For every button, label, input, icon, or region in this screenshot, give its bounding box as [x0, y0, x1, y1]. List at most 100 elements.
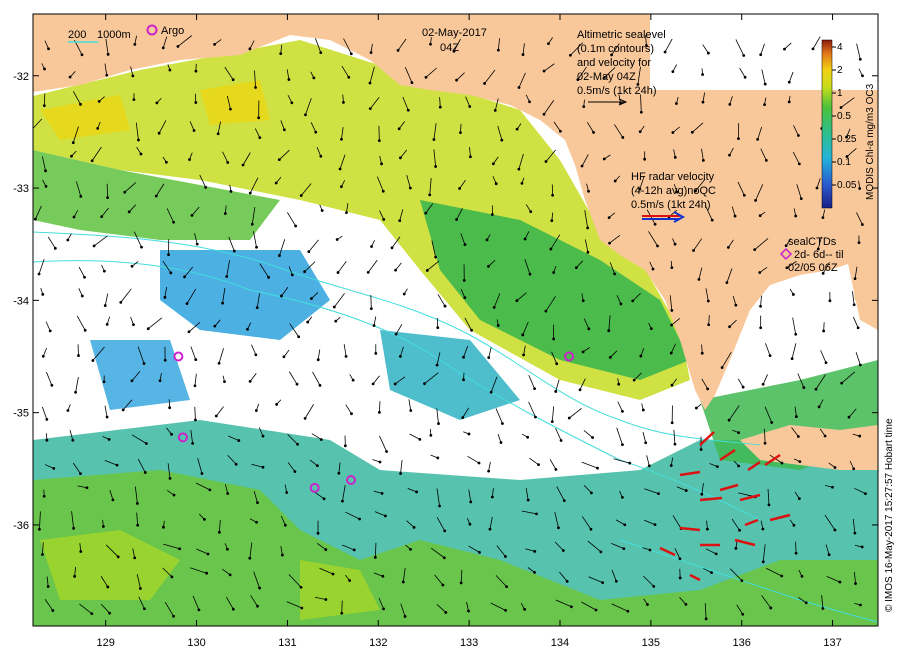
velocity-arrowhead: [217, 530, 221, 534]
velocity-arrowhead: [517, 167, 521, 171]
velocity-arrowhead: [581, 350, 585, 354]
velocity-arrowhead: [740, 579, 744, 583]
alt-legend-line5: 0.5m/s (1kt 24h): [577, 85, 656, 97]
velocity-arrowhead: [316, 358, 320, 362]
velocity-arrowhead: [861, 74, 864, 78]
velocity-arrowhead: [646, 603, 649, 606]
velocity-arrowhead: [491, 162, 495, 166]
velocity-arrowhead: [221, 301, 224, 305]
velocity-arrowhead: [338, 167, 342, 171]
velocity-arrowhead: [140, 245, 143, 249]
colorbar-tick-label: 1: [837, 88, 843, 99]
velocity-arrowhead: [282, 128, 286, 132]
velocity-arrowhead: [71, 438, 75, 442]
velocity-arrowhead: [425, 269, 429, 272]
velocity-arrowhead: [787, 80, 791, 84]
velocity-arrowhead: [226, 161, 230, 164]
velocity-arrowhead: [487, 469, 491, 473]
velocity-arrowhead: [515, 127, 519, 131]
velocity-arrowhead: [493, 108, 497, 112]
velocity-arrowhead: [599, 550, 603, 554]
velocity-arrowhead: [684, 603, 688, 606]
velocity-arrowhead: [369, 51, 373, 54]
velocity-arrowhead: [678, 557, 682, 561]
velocity-arrowhead: [188, 158, 191, 161]
velocity-arrowhead: [393, 382, 397, 386]
velocity-arrowhead: [492, 305, 496, 309]
velocity-arrowhead: [663, 50, 667, 54]
velocity-arrowhead: [620, 496, 624, 499]
velocity-arrowhead: [670, 383, 674, 387]
lat-tick-label: -33: [13, 183, 29, 195]
velocity-arrowhead: [340, 611, 344, 615]
velocity-arrowhead: [41, 553, 44, 556]
velocity-arrowhead: [101, 525, 105, 528]
colorbar-tick-label: 0.1: [837, 157, 851, 168]
velocity-arrowhead: [673, 442, 677, 446]
velocity-arrowhead: [203, 518, 206, 521]
velocity-arrowhead: [358, 517, 361, 521]
velocity-arrowhead: [339, 185, 343, 189]
lon-tick-label: 130: [187, 637, 205, 649]
ocean-map: 129 130 131 132 133 134 135 136 137 -32 -33 -34 -35…: [13, 13, 895, 649]
velocity-arrowhead: [613, 179, 617, 183]
velocity-arrowhead: [331, 572, 335, 576]
velocity-arrowhead: [608, 355, 612, 359]
velocity-arrowhead: [337, 471, 341, 475]
velocity-arrowhead: [228, 573, 232, 577]
velocity-arrowhead: [157, 131, 161, 135]
velocity-arrowhead: [136, 523, 140, 527]
velocity-arrowhead: [79, 472, 82, 476]
velocity-arrowhead: [237, 439, 241, 442]
velocity-arrowhead: [50, 383, 54, 387]
velocity-arrowhead: [48, 329, 52, 333]
velocity-arrowhead: [578, 388, 582, 392]
velocity-arrowhead: [406, 108, 410, 112]
velocity-arrowhead: [761, 382, 765, 386]
velocity-arrowhead: [436, 456, 440, 460]
velocity-arrowhead: [542, 69, 546, 73]
velocity-arrowhead: [758, 214, 762, 218]
velocity-arrowhead: [720, 366, 724, 369]
velocity-arrowhead: [648, 548, 652, 552]
velocity-arrowhead: [139, 152, 143, 156]
velocity-arrowhead: [767, 503, 771, 507]
velocity-arrowhead: [815, 186, 819, 190]
velocity-arrowhead: [385, 450, 388, 453]
velocity-arrowhead: [700, 492, 704, 496]
velocity-arrowhead: [783, 47, 786, 51]
velocity-arrowhead: [559, 129, 562, 133]
velocity-arrowhead: [378, 410, 381, 414]
velocity-arrowhead: [728, 102, 732, 106]
velocity-arrowhead: [279, 52, 283, 55]
velocity-arrowhead: [477, 461, 481, 465]
velocity-arrowhead: [678, 576, 682, 580]
velocity-arrowhead: [303, 270, 306, 274]
velocity-arrowhead: [352, 548, 356, 552]
velocity-arrowhead: [754, 198, 757, 202]
lon-tick-label: 135: [642, 637, 660, 649]
velocity-arrowhead: [341, 499, 344, 503]
velocity-arrowhead: [653, 523, 657, 526]
velocity-arrowhead: [46, 585, 50, 588]
velocity-arrowhead: [105, 322, 109, 326]
velocity-arrowhead: [700, 351, 704, 355]
velocity-arrowhead: [121, 408, 125, 412]
velocity-arrowhead: [613, 272, 617, 276]
velocity-arrowhead: [684, 489, 688, 492]
velocity-arrowhead: [168, 406, 172, 410]
velocity-arrowhead: [621, 443, 624, 447]
velocity-arrowhead: [44, 169, 47, 173]
velocity-arrowhead: [415, 490, 419, 494]
velocity-arrowhead: [442, 556, 446, 560]
velocity-arrowhead: [500, 138, 504, 142]
velocity-arrowhead: [213, 42, 216, 46]
velocity-arrowhead: [195, 242, 199, 246]
velocity-arrowhead: [737, 464, 741, 468]
velocity-arrowhead: [710, 218, 714, 222]
velocity-arrowhead: [592, 130, 595, 134]
velocity-arrowhead: [487, 264, 490, 268]
velocity-arrowhead: [190, 213, 194, 217]
velocity-arrowhead: [462, 355, 465, 359]
velocity-arrowhead: [162, 525, 165, 529]
